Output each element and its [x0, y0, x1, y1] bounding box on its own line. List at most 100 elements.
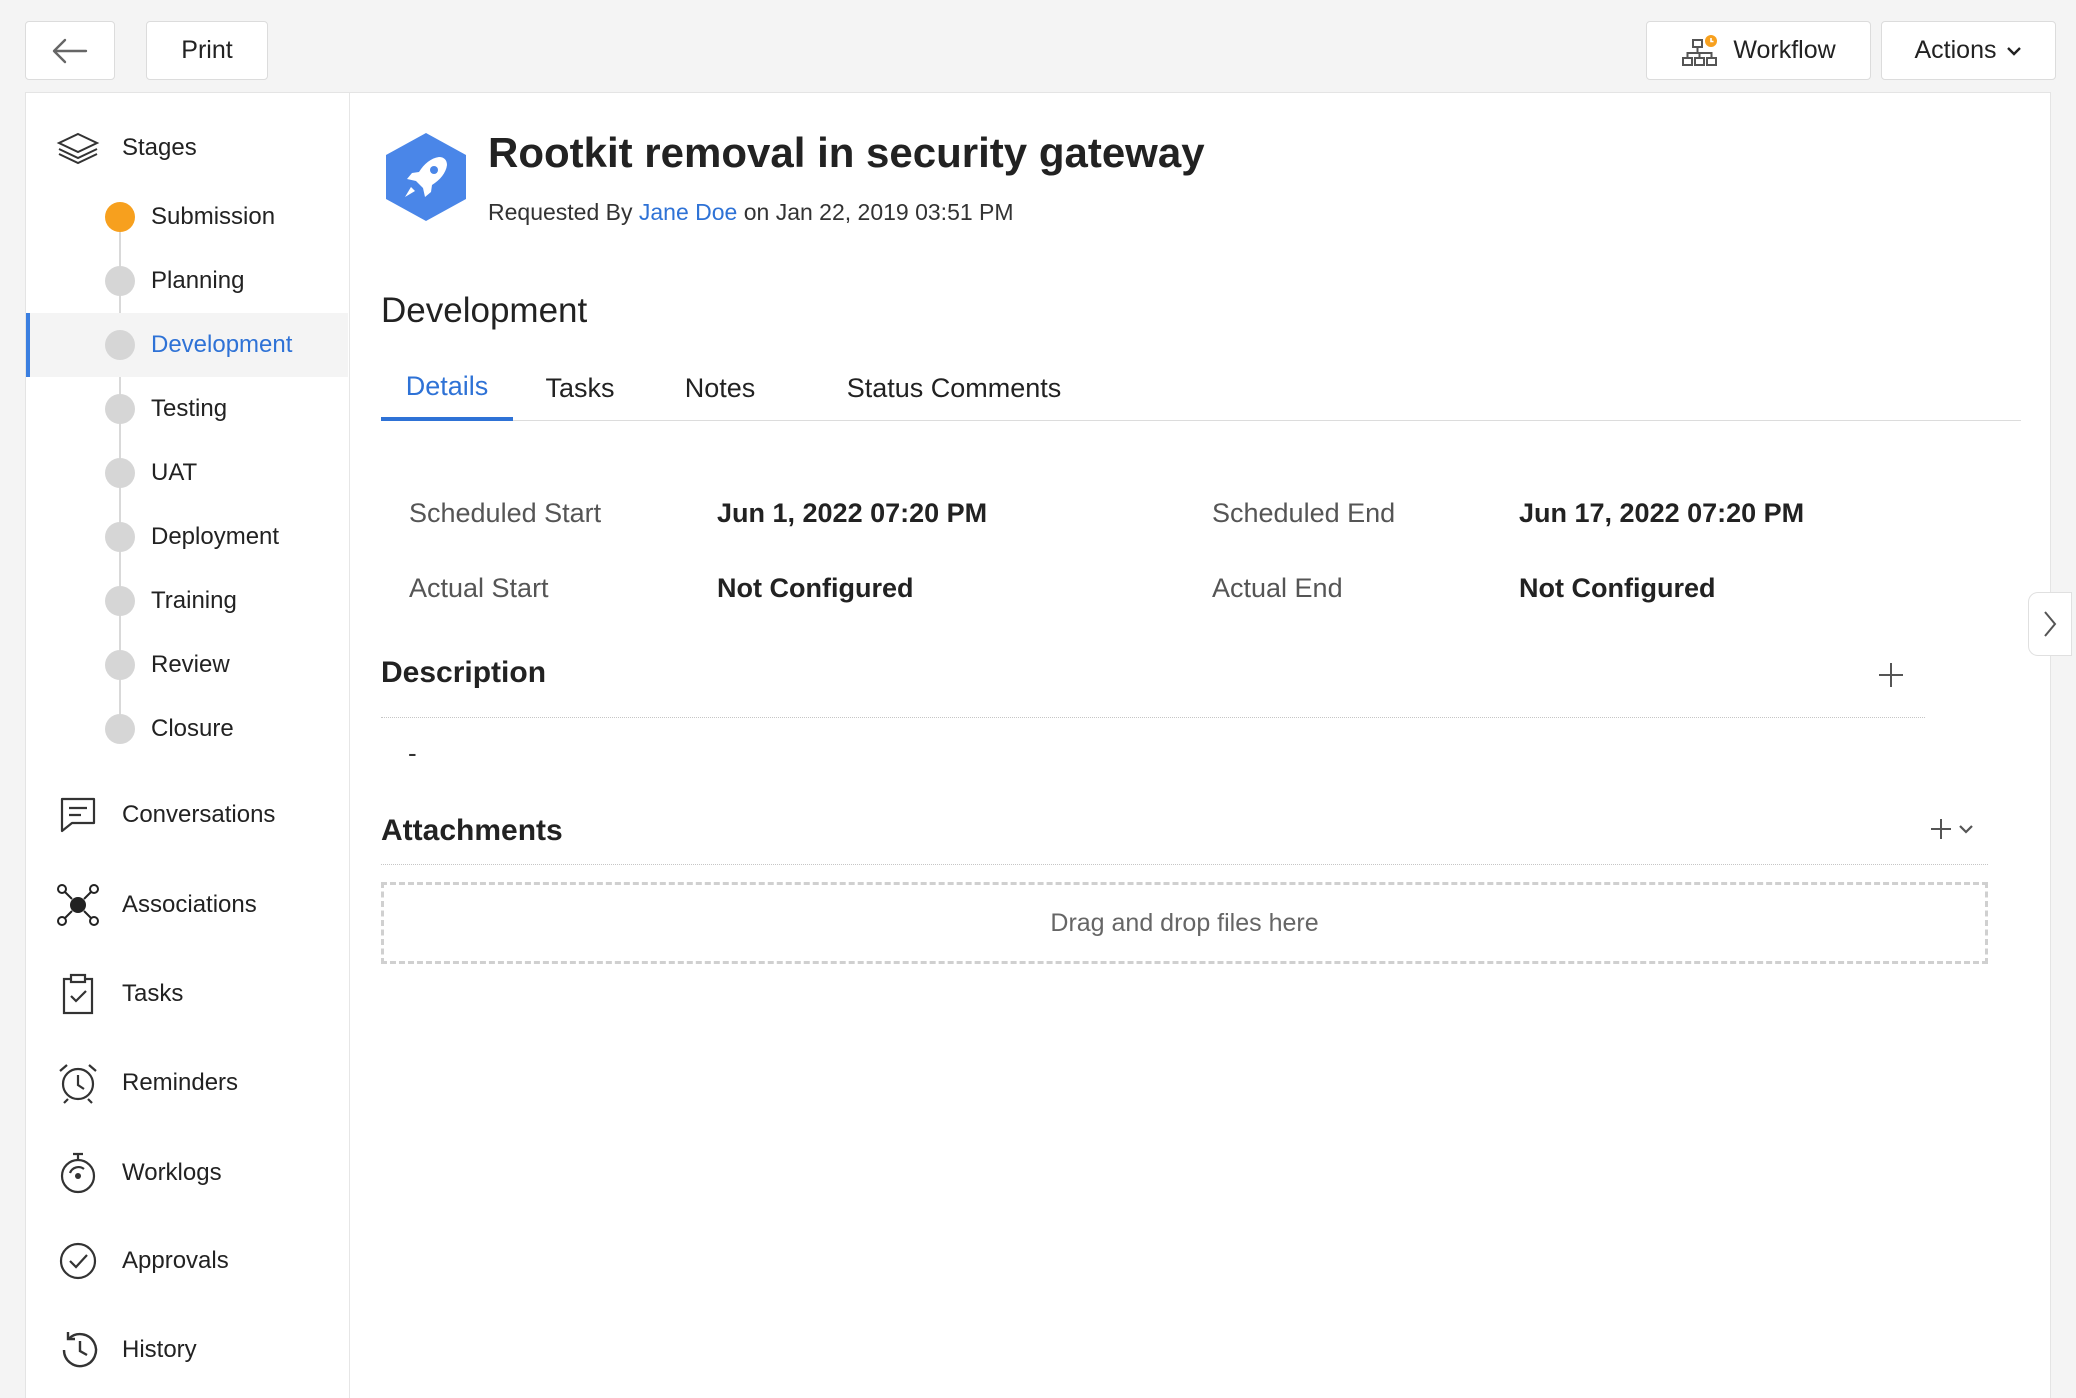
dropzone-text: Drag and drop files here [1050, 908, 1319, 937]
sidebar-item-worklogs[interactable]: Worklogs [56, 1151, 222, 1195]
request-title: Rootkit removal in security gateway [488, 129, 1205, 176]
stage-label: Testing [151, 395, 228, 422]
stage-label: Planning [151, 267, 245, 294]
check-circle-icon [59, 1242, 97, 1280]
requester-link[interactable]: Jane Doe [639, 199, 737, 225]
tab-notes[interactable]: Notes [665, 355, 775, 421]
tab-label: Tasks [545, 372, 615, 403]
stage-label: Deployment [151, 523, 280, 550]
actions-dropdown-label: Actions [1914, 36, 1997, 64]
attachments-heading: Attachments [381, 814, 563, 847]
stage-status-dot [105, 266, 135, 296]
print-button[interactable]: Print [146, 21, 268, 80]
history-icon [62, 1332, 98, 1368]
sidebar-item-label: Approvals [122, 1247, 229, 1274]
description-heading: Description [381, 656, 547, 689]
stage-label: Development [151, 331, 293, 358]
top-toolbar: Print Workflow Actions [0, 0, 2076, 92]
requested-by-label: Requested By [488, 199, 633, 225]
tab-label: Notes [684, 372, 756, 403]
tab-label: Details [405, 370, 489, 401]
sidebar-item-associations[interactable]: Associations [56, 884, 257, 926]
scheduled-end-label: Scheduled End [1212, 498, 1396, 528]
sidebar: Stages Submission Planning Development T… [26, 93, 350, 1398]
attachment-dropzone[interactable]: Drag and drop files here [381, 882, 1988, 964]
scheduled-end-value: Jun 17, 2022 07:20 PM [1519, 498, 1805, 528]
add-attachment-icon[interactable] [1930, 818, 1952, 840]
associations-icon [57, 884, 99, 926]
add-description-icon[interactable] [1878, 662, 1904, 688]
sidebar-item-conversations[interactable]: Conversations [56, 795, 275, 835]
stage-label: Submission [151, 203, 276, 230]
sidebar-item-history[interactable]: History [56, 1329, 197, 1371]
actual-end-value: Not Configured [1519, 573, 1716, 603]
sidebar-item-label: Reminders [122, 1069, 239, 1096]
stage-status-dot [105, 522, 135, 552]
stages-label: Stages [122, 134, 197, 161]
attachments-divider [381, 864, 1988, 865]
right-panel-toggle[interactable] [2028, 592, 2072, 656]
back-button[interactable] [25, 21, 115, 80]
description-value: - [408, 738, 417, 768]
alarm-clock-icon [59, 1064, 97, 1104]
sidebar-item-approvals[interactable]: Approvals [56, 1240, 229, 1282]
stage-status-dot [105, 650, 135, 680]
chevron-down-icon [2007, 46, 2022, 56]
stage-training[interactable]: Training [26, 569, 348, 633]
arrow-left-icon [52, 38, 88, 63]
scheduled-start-value: Jun 1, 2022 07:20 PM [717, 498, 988, 528]
actual-end-label: Actual End [1212, 573, 1343, 603]
stages-heading: Stages [56, 131, 197, 165]
sidebar-item-label: Worklogs [122, 1159, 222, 1186]
stage-status-dot [105, 714, 135, 744]
stage-label: Review [151, 651, 230, 678]
description-divider [381, 717, 1925, 718]
chevron-right-icon [2044, 611, 2057, 637]
layers-icon [56, 132, 100, 165]
rocket-icon [386, 133, 466, 221]
stage-label: UAT [151, 459, 198, 486]
actual-start-label: Actual Start [409, 573, 549, 603]
stopwatch-icon [60, 1152, 96, 1194]
clipboard-check-icon [62, 973, 94, 1015]
stage-status-dot [105, 586, 135, 616]
stage-label: Closure [151, 715, 234, 742]
workflow-icon [1682, 34, 1718, 66]
sidebar-item-label: Associations [122, 891, 257, 918]
requested-on: on Jan 22, 2019 03:51 PM [743, 199, 1014, 225]
workflow-button[interactable]: Workflow [1646, 21, 1871, 80]
sidebar-item-label: History [122, 1336, 197, 1363]
stage-submission[interactable]: Submission [26, 185, 348, 249]
stage-status-dot [105, 394, 135, 424]
stage-review[interactable]: Review [26, 633, 348, 697]
stage-deployment[interactable]: Deployment [26, 505, 348, 569]
sidebar-item-tasks[interactable]: Tasks [56, 973, 183, 1015]
sidebar-item-label: Conversations [122, 801, 276, 828]
sidebar-item-reminders[interactable]: Reminders [56, 1062, 238, 1104]
stage-testing[interactable]: Testing [26, 377, 348, 441]
tab-status-comments[interactable]: Status Comments [829, 355, 1079, 421]
stage-status-dot [105, 458, 135, 488]
tab-tasks[interactable]: Tasks [525, 355, 635, 421]
request-meta: Requested By Jane Doe on Jan 22, 2019 03… [488, 199, 1014, 226]
stage-uat[interactable]: UAT [26, 441, 348, 505]
stage-development[interactable]: Development [26, 313, 348, 377]
stage-status-dot [105, 202, 135, 232]
actions-dropdown[interactable]: Actions [1881, 21, 2056, 80]
sidebar-item-label: Tasks [122, 980, 184, 1007]
scheduled-start-label: Scheduled Start [409, 498, 602, 528]
tab-details[interactable]: Details [381, 355, 513, 421]
stage-planning[interactable]: Planning [26, 249, 348, 313]
stage-label: Training [151, 587, 237, 614]
stage-status-dot [105, 330, 135, 360]
tab-label: Status Comments [846, 372, 1062, 403]
content-area: Rootkit removal in security gateway Requ… [350, 93, 2050, 1398]
conversation-icon [60, 797, 96, 833]
actual-start-value: Not Configured [717, 573, 914, 603]
chevron-down-icon[interactable] [1958, 823, 1974, 835]
print-button-label: Print [181, 36, 233, 64]
stage-tabs: Details Tasks Notes Status Comments [381, 355, 2021, 421]
workflow-button-label: Workflow [1733, 36, 1836, 64]
stage-closure[interactable]: Closure [26, 697, 348, 761]
main-panel: Stages Submission Planning Development T… [25, 92, 2051, 1398]
